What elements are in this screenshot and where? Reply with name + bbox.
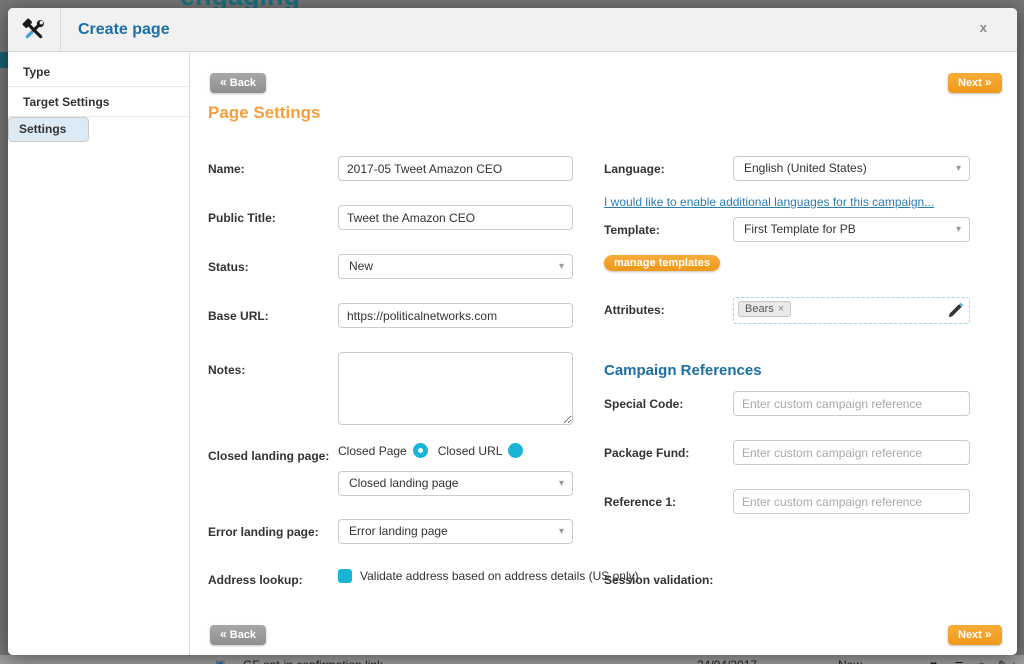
close-icon[interactable]: x xyxy=(980,20,987,35)
name-label: Name: xyxy=(208,162,245,176)
public-title-label: Public Title: xyxy=(208,211,276,225)
closed-url-radio[interactable] xyxy=(508,443,523,458)
next-button-top[interactable]: Next » xyxy=(948,73,1002,93)
sidebar-item-target-settings[interactable]: Target Settings xyxy=(8,87,189,117)
modal-sidebar: Type Target Settings Settings xyxy=(8,52,190,655)
closed-landing-radio-group: Closed Page Closed URL xyxy=(338,443,523,458)
address-lookup-row: Validate address based on address detail… xyxy=(338,569,639,583)
package-fund-label: Package Fund: xyxy=(604,446,689,460)
special-code-input[interactable] xyxy=(733,391,970,416)
create-page-modal: Create page x Type Target Settings Setti… xyxy=(8,8,1017,655)
address-lookup-checkbox[interactable] xyxy=(338,569,352,583)
closed-landing-select[interactable]: Closed landing page ▾ xyxy=(338,471,573,496)
tools-icon xyxy=(8,8,61,52)
base-url-input[interactable] xyxy=(338,303,573,328)
back-arrows-icon: « xyxy=(220,75,227,89)
error-landing-label: Error landing page: xyxy=(208,525,319,539)
page-icon: ▣ xyxy=(215,656,225,664)
next-button-bottom[interactable]: Next » xyxy=(948,625,1002,645)
name-input[interactable] xyxy=(338,156,573,181)
additional-languages-link[interactable]: I would like to enable additional langua… xyxy=(604,195,934,209)
sidebar-item-settings[interactable]: Settings xyxy=(8,117,89,142)
modal-header: Create page x xyxy=(8,8,1017,52)
next-arrows-icon: » xyxy=(985,75,992,89)
notes-textarea[interactable] xyxy=(338,352,573,425)
public-title-input[interactable] xyxy=(338,205,573,230)
closed-landing-label: Closed landing page: xyxy=(208,449,329,463)
pencil-icon: ✎ xyxy=(998,656,1008,664)
row-date: 24/04/2017 xyxy=(697,656,757,664)
language-label: Language: xyxy=(604,162,665,176)
circle-icon: ○ xyxy=(978,656,985,664)
chevron-down-icon: ▾ xyxy=(956,157,961,180)
template-label: Template: xyxy=(604,223,660,237)
row-status: New xyxy=(838,656,862,664)
base-url-label: Base URL: xyxy=(208,309,269,323)
address-lookup-checkbox-label: Validate address based on address detail… xyxy=(360,569,639,583)
sidebar-item-type[interactable]: Type xyxy=(8,57,189,87)
list-icon: ≣ xyxy=(954,656,964,664)
address-lookup-label: Address lookup: xyxy=(208,573,303,587)
background-table-bar: ▣ GF opt-in confirmation link 24/04/2017… xyxy=(0,655,1024,664)
back-button-bottom[interactable]: « Back xyxy=(210,625,266,645)
background-nav-strip xyxy=(0,52,8,68)
attributes-field[interactable]: Bears× xyxy=(733,297,970,324)
alert-icon: ▲ xyxy=(1008,656,1020,664)
back-button-top[interactable]: « Back xyxy=(210,73,266,93)
manage-templates-button[interactable]: manage templates xyxy=(604,255,720,271)
modal-content: « Back Next » Page Settings Name: Public… xyxy=(190,52,1017,655)
error-landing-select[interactable]: Error landing page ▾ xyxy=(338,519,573,544)
status-label: Status: xyxy=(208,260,249,274)
attributes-label: Attributes: xyxy=(604,303,665,317)
notes-label: Notes: xyxy=(208,363,245,377)
back-arrows-icon: « xyxy=(220,627,227,641)
modal-title: Create page xyxy=(78,8,170,52)
package-fund-input[interactable] xyxy=(733,440,970,465)
status-select[interactable]: New ▾ xyxy=(338,254,573,279)
closed-url-option-label: Closed URL xyxy=(438,444,503,458)
closed-page-option-label: Closed Page xyxy=(338,444,407,458)
closed-page-radio[interactable] xyxy=(413,443,428,458)
chevron-down-icon: ▾ xyxy=(559,472,564,495)
row-name: GF opt-in confirmation link xyxy=(243,656,383,664)
heart-icon: ♥ xyxy=(930,656,937,664)
next-arrows-icon: » xyxy=(985,627,992,641)
reference-1-input[interactable] xyxy=(733,489,970,514)
chevron-down-icon: ▾ xyxy=(559,255,564,278)
remove-tag-icon[interactable]: × xyxy=(778,303,784,315)
session-validation-label: Session validation: xyxy=(604,573,713,587)
edit-pencil-icon[interactable] xyxy=(946,302,964,325)
reference-1-label: Reference 1: xyxy=(604,495,676,509)
campaign-references-heading: Campaign References xyxy=(604,362,762,379)
chevron-down-icon: ▾ xyxy=(559,520,564,543)
template-select[interactable]: First Template for PB ▾ xyxy=(733,217,970,242)
special-code-label: Special Code: xyxy=(604,397,683,411)
language-select[interactable]: English (United States) ▾ xyxy=(733,156,970,181)
page-title: Page Settings xyxy=(208,103,320,123)
attribute-tag[interactable]: Bears× xyxy=(738,301,791,317)
chevron-down-icon: ▾ xyxy=(956,218,961,241)
